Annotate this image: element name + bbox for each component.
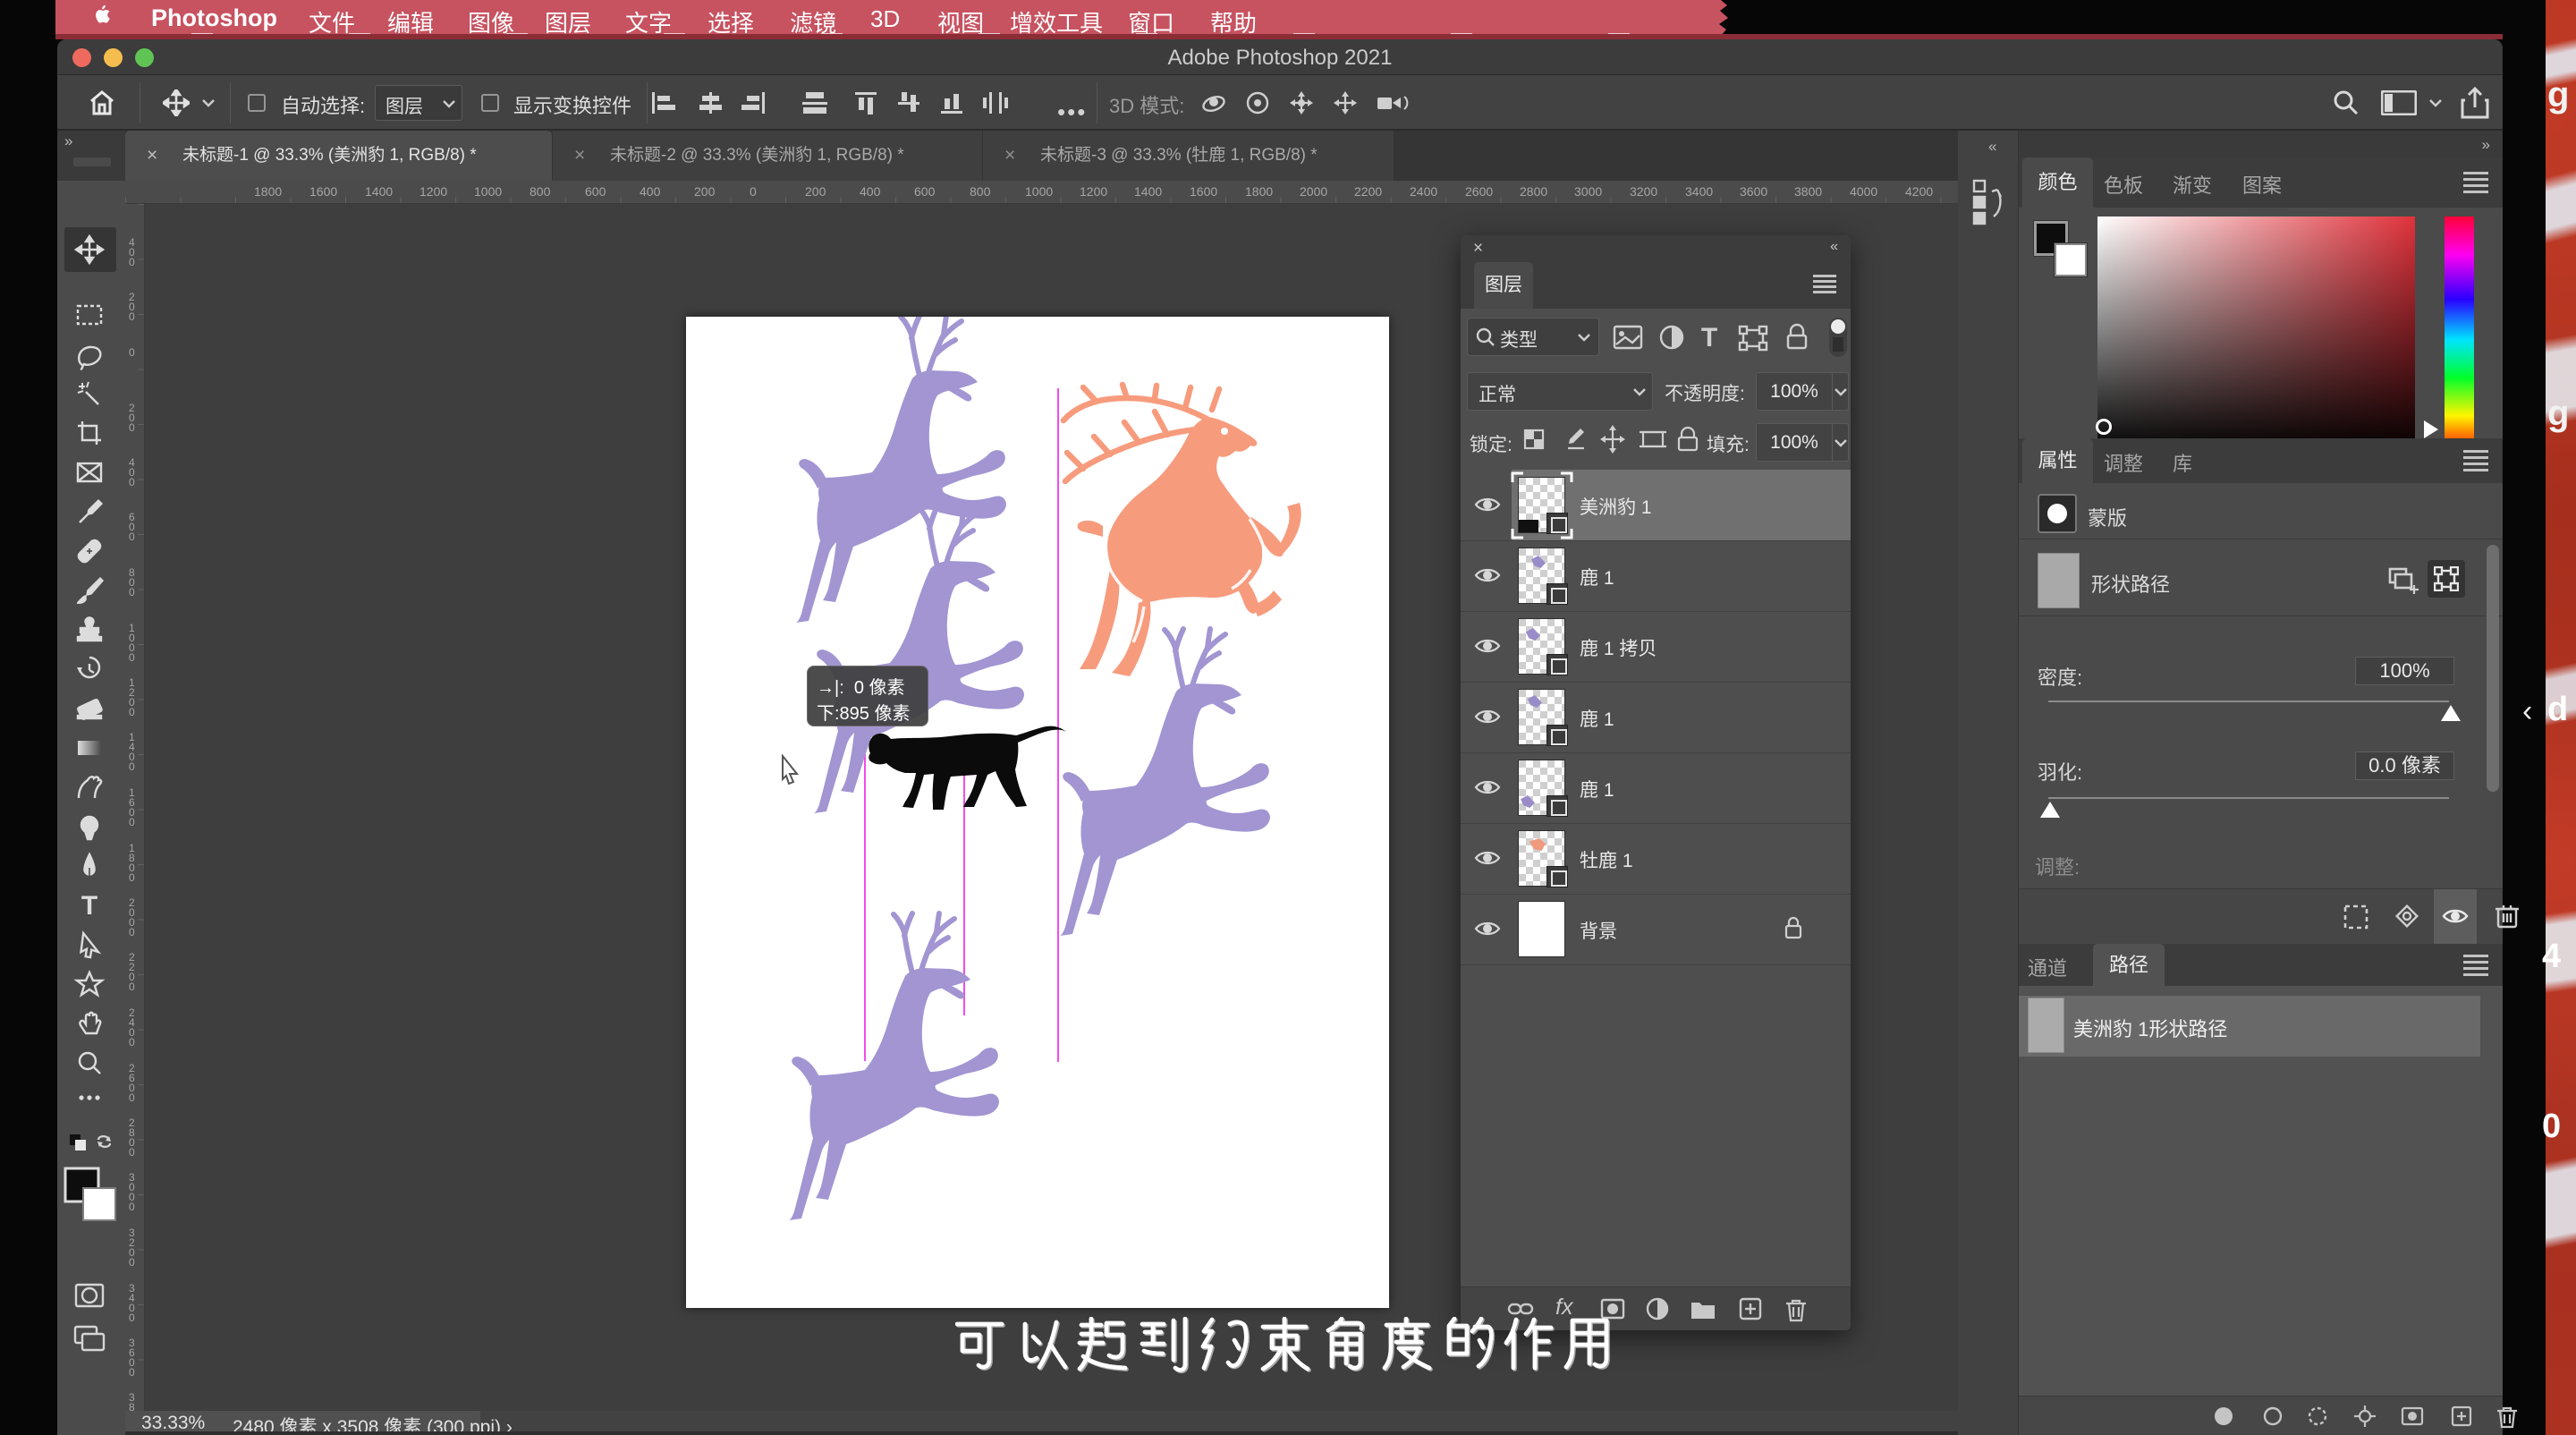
svg-text:1400: 1400 [129,731,135,773]
svg-text:1800: 1800 [129,842,135,884]
svg-text:200: 200 [129,291,135,323]
svg-text:1000: 1000 [129,622,135,664]
svg-text:T: T [1701,323,1717,352]
svg-text:800: 800 [129,566,135,599]
svg-text:2600: 2600 [129,1062,135,1104]
svg-text:600: 600 [129,511,135,543]
svg-text:2400: 2400 [129,1006,135,1049]
svg-text:400: 400 [129,456,135,488]
svg-text:1600: 1600 [129,786,135,828]
svg-text:0: 0 [129,346,135,359]
svg-text:380: 380 [129,1391,135,1411]
svg-text:3000: 3000 [129,1171,135,1213]
svg-text:2200: 2200 [129,951,135,993]
svg-text:3600: 3600 [129,1337,135,1379]
svg-text:400: 400 [129,236,135,268]
svg-text:1200: 1200 [129,676,135,718]
svg-text:2000: 2000 [129,896,135,938]
svg-text:3400: 3400 [129,1282,135,1324]
svg-text:2800: 2800 [129,1117,135,1159]
svg-text:3200: 3200 [129,1227,135,1269]
svg-text:T: T [81,891,97,921]
svg-text:200: 200 [129,402,135,434]
